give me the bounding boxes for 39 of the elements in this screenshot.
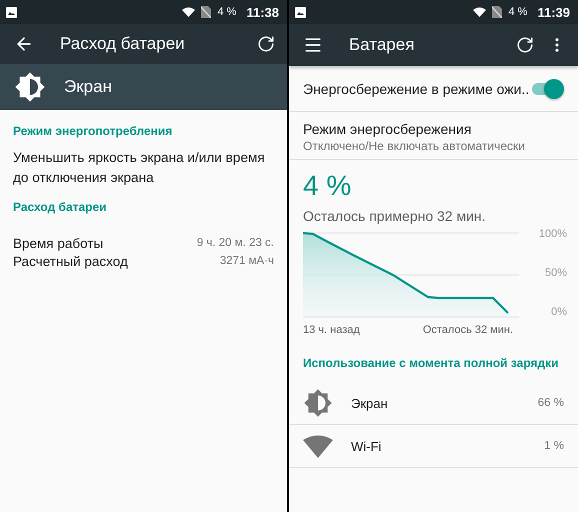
axis-label: 0%: [551, 306, 567, 318]
image-notification-icon: [6, 6, 17, 18]
usage-percent: 66 %: [538, 397, 564, 409]
image-notification-icon: [295, 6, 306, 18]
section-header: Использование с момента полной зарядки: [302, 355, 560, 372]
battery-percent: 4 %: [508, 6, 528, 18]
axis-label: 13 ч. назад: [303, 324, 360, 336]
battery-percent-large: 4 %: [302, 169, 352, 202]
clock-time: 11:39: [537, 4, 570, 20]
usage-percent: 1 %: [544, 440, 564, 452]
app-title: Экран: [64, 77, 112, 97]
no-sim-icon: [201, 6, 212, 18]
clock-time: 11:38: [246, 4, 279, 20]
brightness-icon: [14, 71, 46, 103]
info-value: 9 ч. 20 м. 23 с.: [196, 237, 274, 249]
usage-name[interactable]: Экран: [351, 396, 520, 410]
wifi-signal-icon: [473, 7, 486, 17]
section-header: Режим энергопотребления: [12, 123, 174, 140]
brightness-icon: [303, 388, 333, 418]
toolbar-title: Батарея: [349, 35, 416, 55]
toolbar-title: Расход батареи: [60, 34, 186, 54]
wifi-icon: [303, 434, 333, 458]
axis-label: 50%: [544, 267, 567, 279]
axis-label: Осталось 32 мин.: [422, 324, 513, 336]
battery-percent: 4 %: [217, 6, 236, 18]
toggle-switch[interactable]: [530, 78, 564, 98]
setting-label: Энергосбережение в режиме ожи..: [303, 80, 530, 96]
no-sim-icon: [492, 6, 502, 18]
info-value: 3271 мА·ч: [220, 255, 274, 267]
wifi-signal-icon: [182, 7, 196, 17]
info-label: Расчетный расход: [13, 254, 128, 268]
usage-name[interactable]: Wi-Fi: [351, 438, 526, 454]
info-label: Время работы: [13, 236, 104, 250]
time-remaining: Осталось примерно 32 мин.: [302, 207, 487, 224]
setting-title[interactable]: Режим энергосбережения: [303, 121, 564, 137]
section-header: Расход батареи: [12, 199, 108, 216]
tip-text[interactable]: Уменьшить яркость экрана и/или время до отключения экрана: [0, 148, 287, 188]
axis-label: 100%: [538, 228, 567, 240]
setting-summary: Отключено/Не включать автоматически: [303, 139, 526, 153]
